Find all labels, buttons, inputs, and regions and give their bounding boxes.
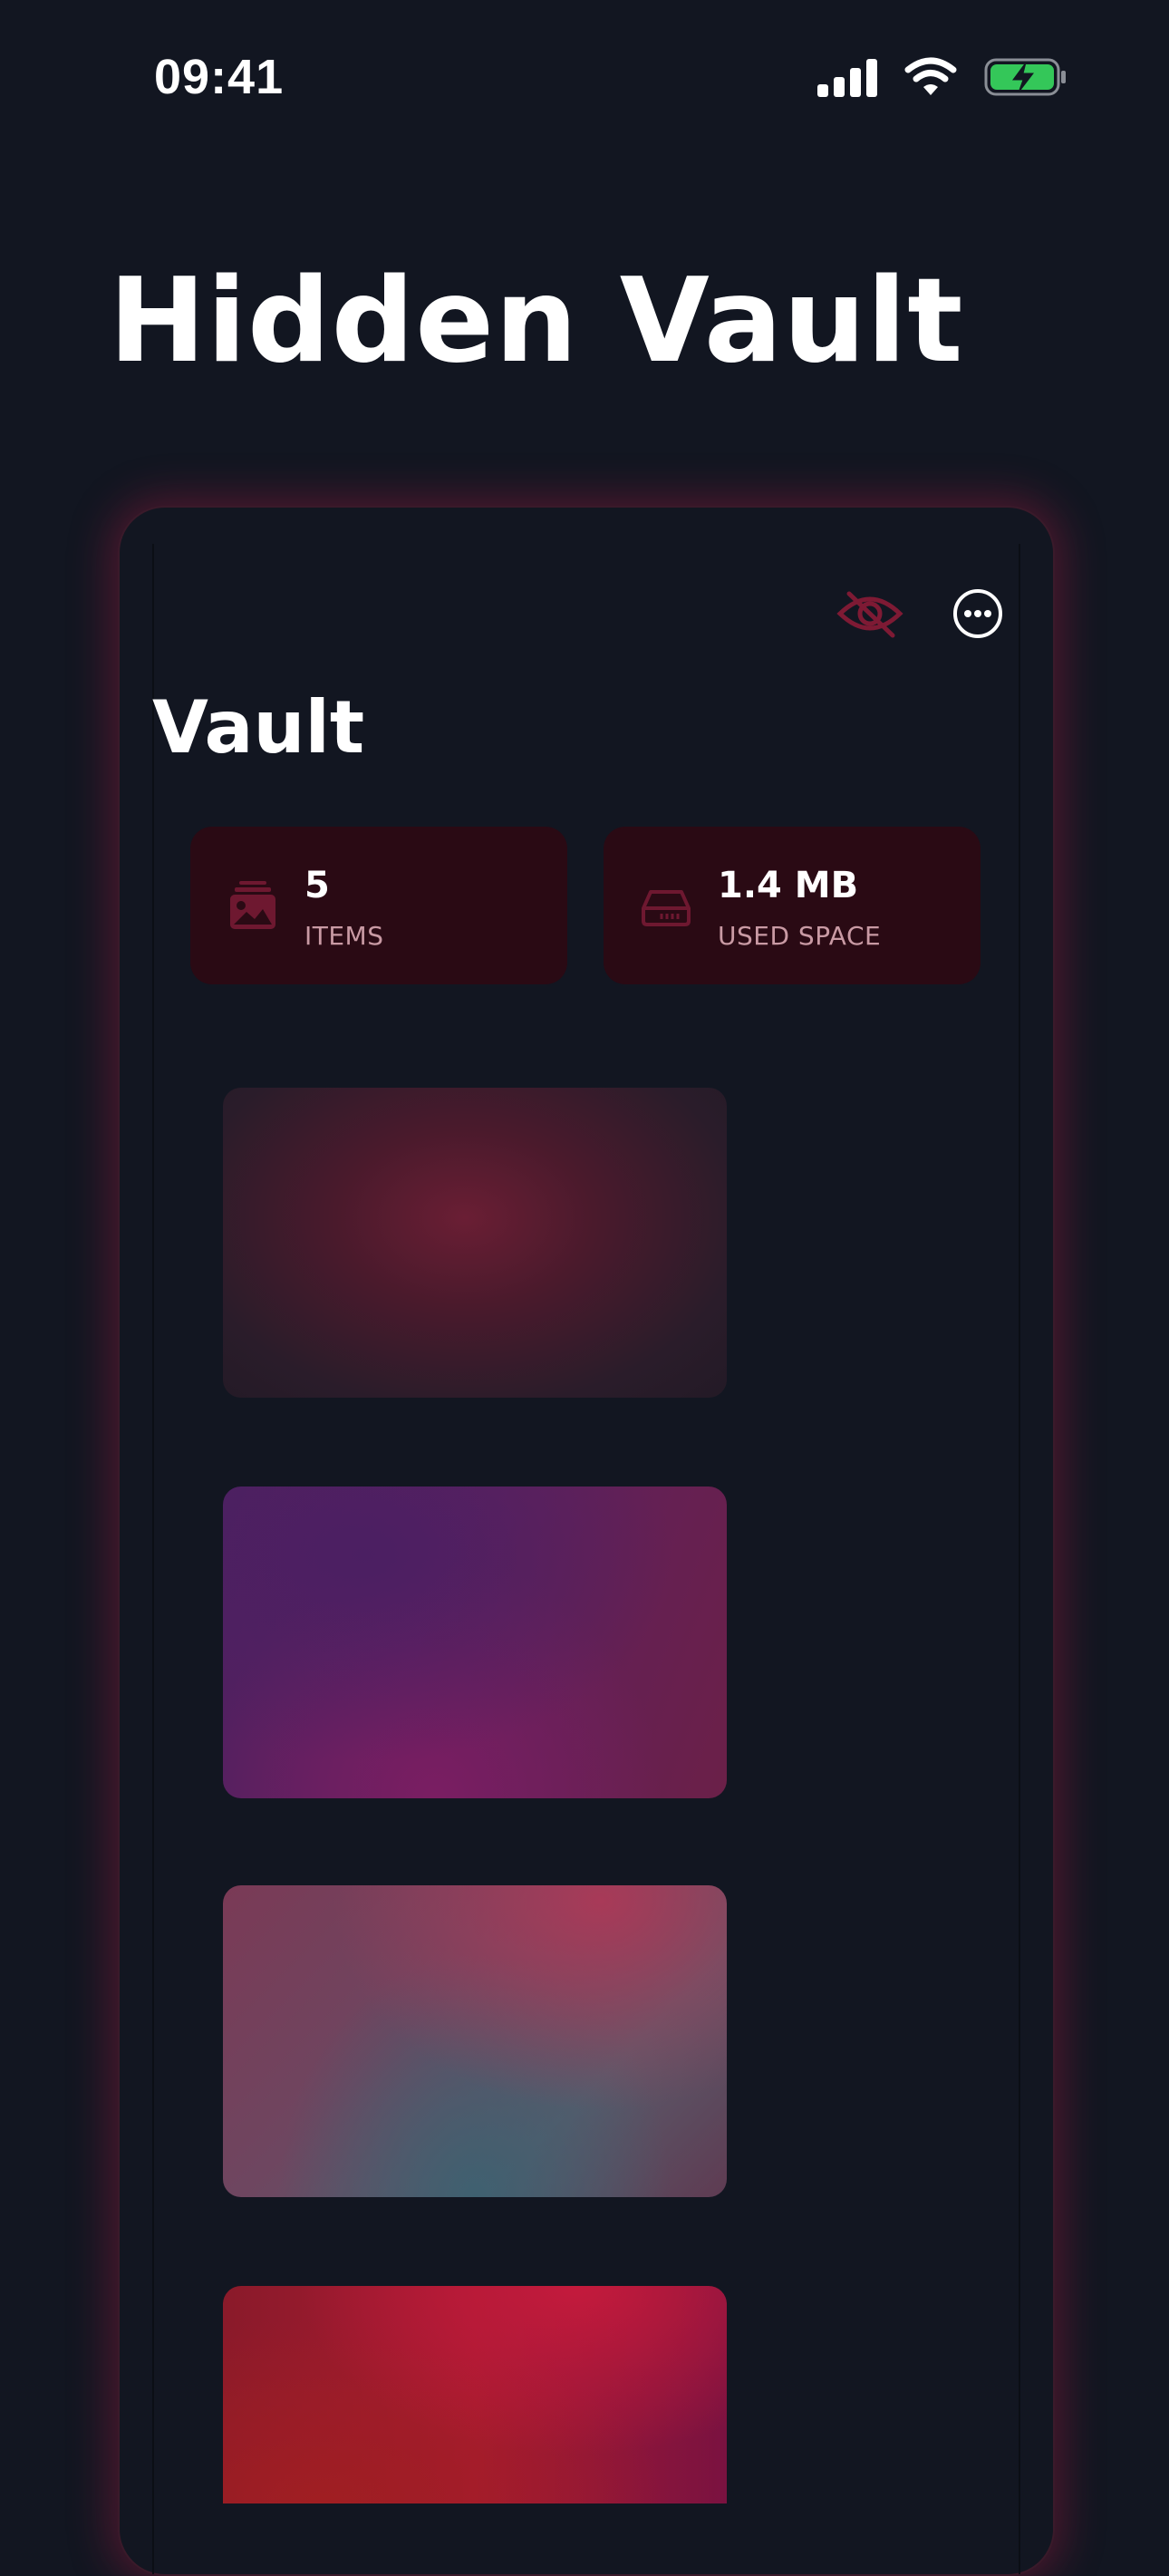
ellipsis-circle-icon: [953, 589, 1002, 638]
status-time: 09:41: [154, 50, 285, 104]
status-icons: [817, 56, 1068, 98]
drive-icon: [642, 890, 691, 926]
battery-charging-icon: [984, 58, 1066, 96]
items-count: 5: [304, 865, 330, 906]
wifi-icon: [904, 57, 957, 95]
page-title: Hidden Vault: [109, 254, 964, 389]
used-space-value: 1.4 MB: [718, 865, 859, 906]
items-label: ITEMS: [304, 921, 384, 951]
eye-slash-icon: [836, 591, 903, 638]
cellular-signal-icon: [817, 57, 877, 97]
used-space-stat-card: 1.4 MB USED SPACE: [604, 827, 981, 984]
hide-vault-button[interactable]: [832, 582, 908, 645]
vault-title: Vault: [152, 685, 365, 770]
media-thumbnail[interactable]: [223, 2286, 727, 2503]
used-space-label: USED SPACE: [718, 921, 882, 951]
status-bar: 09:41: [0, 0, 1169, 154]
more-options-button[interactable]: [948, 584, 1008, 644]
vault-panel: Vault 5 ITEMS 1.4 MB USED SPACE: [118, 506, 1055, 2576]
media-thumbnail[interactable]: [223, 1487, 727, 1798]
media-thumbnail[interactable]: [223, 1885, 727, 2197]
items-stat-card: 5 ITEMS: [190, 827, 567, 984]
photo-stack-icon: [230, 881, 275, 929]
media-thumbnail[interactable]: [223, 1088, 727, 1398]
